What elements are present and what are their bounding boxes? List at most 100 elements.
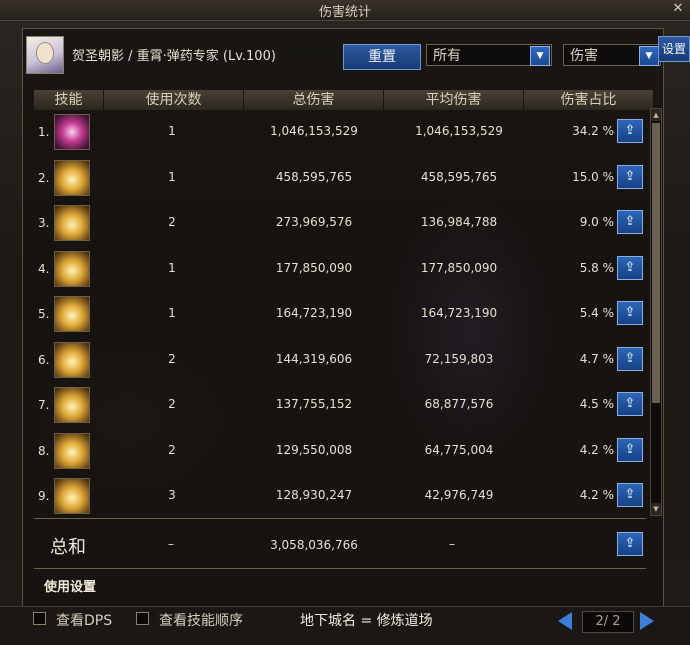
share-icon[interactable]: ⇪ [617, 210, 643, 234]
row-uses: 2 [168, 215, 176, 229]
col-uses[interactable]: 使用次数 [104, 90, 244, 110]
skill-grenade-icon [54, 296, 90, 332]
table-row[interactable]: 3. 2 273,969,576 136,984,788 9.0 % ⇪ [34, 201, 644, 246]
skill-fire-pillar-icon [54, 159, 90, 196]
row-total-damage: 128,930,247 [275, 488, 353, 502]
type-dropdown-value: 伤害 [570, 48, 598, 64]
row-uses: 1 [168, 260, 176, 275]
chevron-down-icon[interactable]: ▼ [530, 46, 550, 66]
row-uses: 2 [168, 442, 176, 457]
character-avatar [26, 36, 64, 74]
row-avg-damage: 64,775,004 [424, 442, 494, 457]
share-icon[interactable]: ⇪ [617, 346, 643, 371]
row-avg-damage: 458,595,765 [420, 169, 498, 184]
table-row[interactable]: 7. 2 137,755,152 68,877,576 4.5 % ⇪ [34, 383, 644, 428]
summary-label: 总和 [50, 537, 86, 558]
skill-spark-icon [54, 387, 90, 423]
row-index: 9. [38, 489, 50, 503]
col-skill[interactable]: 技能 [34, 90, 104, 110]
show-skill-order-label: 查看技能顺序 [159, 613, 243, 629]
share-icon[interactable]: ⇪ [617, 483, 643, 507]
summary-avg-damage: – [449, 537, 455, 551]
table-row[interactable]: 4. 1 177,850,090 177,850,090 5.8 % ⇪ [34, 247, 644, 292]
window-titlebar: 伤害统计 ✕ [0, 0, 690, 21]
show-dps-checkbox[interactable] [33, 612, 46, 625]
row-uses: 1 [168, 306, 176, 320]
col-avg-damage[interactable]: 平均伤害 [384, 90, 524, 110]
row-total-damage: 273,969,576 [275, 215, 353, 229]
row-damage-share: 9.0 % [579, 215, 614, 229]
row-damage-share: 5.4 % [579, 306, 614, 320]
row-index: 8. [38, 443, 50, 458]
character-name: 贺圣朝影 / 重霄·弹药专家 (Lv.100) [72, 49, 276, 64]
row-total-damage: 1,046,153,529 [270, 124, 358, 138]
table-row[interactable]: 9. 3 128,930,247 42,976,749 4.2 % ⇪ [34, 474, 644, 519]
show-dps-label: 查看DPS [56, 613, 113, 629]
row-total-damage: 177,850,090 [275, 260, 353, 275]
next-page-icon[interactable] [640, 612, 654, 630]
row-uses: 2 [168, 351, 176, 366]
page-indicator: 2/ 2 [582, 611, 634, 633]
share-icon[interactable]: ⇪ [617, 532, 643, 556]
skill-flame-ring-icon [54, 205, 90, 241]
skill-slash-icon [54, 250, 90, 287]
row-total-damage: 458,595,765 [275, 169, 353, 184]
row-uses: 1 [168, 169, 176, 184]
skill-pink-orb-icon [54, 114, 90, 150]
summary-uses: – [168, 537, 174, 551]
row-avg-damage: 164,723,190 [420, 306, 498, 320]
row-index: 6. [38, 352, 50, 367]
row-uses: 3 [168, 488, 176, 502]
row-index: 1. [38, 125, 50, 139]
divider [34, 518, 646, 519]
row-index: 4. [38, 261, 50, 276]
filter-dropdown[interactable]: 所有 ▼ [426, 44, 552, 66]
avatar-face [36, 42, 54, 64]
table-row[interactable]: 2. 1 458,595,765 458,595,765 15.0 % ⇪ [34, 156, 644, 201]
type-dropdown[interactable]: 伤害 ▼ [563, 44, 661, 66]
chevron-down-icon[interactable]: ▼ [639, 46, 659, 66]
share-icon[interactable]: ⇪ [617, 301, 643, 325]
summary-total-damage: 3,058,036,766 [270, 538, 358, 552]
row-avg-damage: 72,159,803 [424, 351, 494, 366]
row-damage-share: 5.8 % [579, 260, 614, 275]
table-row[interactable]: 8. 2 129,550,008 64,775,004 4.2 % ⇪ [34, 429, 644, 474]
table-row[interactable]: 5. 1 164,723,190 164,723,190 5.4 % ⇪ [34, 292, 644, 337]
col-damage-share[interactable]: 伤害占比 [524, 90, 654, 110]
col-total-damage[interactable]: 总伤害 [244, 90, 384, 110]
scroll-up-icon[interactable]: ▲ [651, 109, 661, 121]
row-damage-share: 34.2 % [572, 124, 614, 138]
close-icon[interactable]: ✕ [670, 1, 686, 17]
row-index: 5. [38, 307, 50, 321]
show-skill-order-checkbox[interactable] [136, 612, 149, 625]
share-icon[interactable]: ⇪ [617, 119, 643, 143]
prev-page-icon[interactable] [558, 612, 572, 630]
reset-button[interactable]: 重置 [343, 44, 421, 70]
table-row[interactable]: 1. 1 1,046,153,529 1,046,153,529 34.2 % ⇪ [34, 110, 644, 155]
row-avg-damage: 177,850,090 [420, 260, 498, 275]
row-total-damage: 137,755,152 [275, 397, 353, 411]
row-avg-damage: 42,976,749 [424, 488, 494, 502]
skill-barrage-icon [54, 478, 90, 514]
table-scrollbar[interactable]: ▲ ▼ [650, 108, 662, 516]
summary-row: 总和 – 3,058,036,766 – ⇪ [34, 525, 644, 565]
settings-side-button[interactable]: 设置 [658, 36, 690, 62]
scroll-down-icon[interactable]: ▼ [651, 503, 661, 515]
table-header: 技能 使用次数 总伤害 平均伤害 伤害占比 [34, 90, 654, 110]
divider [34, 568, 646, 569]
filter-dropdown-value: 所有 [433, 48, 461, 64]
skill-bullet-burst-icon [54, 341, 90, 378]
window-title: 伤害统计 [318, 5, 371, 20]
row-uses: 1 [168, 124, 176, 138]
share-icon[interactable]: ⇪ [617, 164, 643, 189]
row-damage-share: 4.5 % [579, 397, 614, 411]
row-damage-share: 4.2 % [579, 442, 614, 457]
share-icon[interactable]: ⇪ [617, 255, 643, 280]
row-damage-share: 4.2 % [579, 488, 614, 502]
row-total-damage: 144,319,606 [275, 351, 353, 366]
row-index: 2. [38, 170, 50, 185]
share-icon[interactable]: ⇪ [617, 437, 643, 462]
scroll-thumb[interactable] [652, 123, 660, 403]
table-row[interactable]: 6. 2 144,319,606 72,159,803 4.7 % ⇪ [34, 338, 644, 383]
share-icon[interactable]: ⇪ [617, 392, 643, 416]
